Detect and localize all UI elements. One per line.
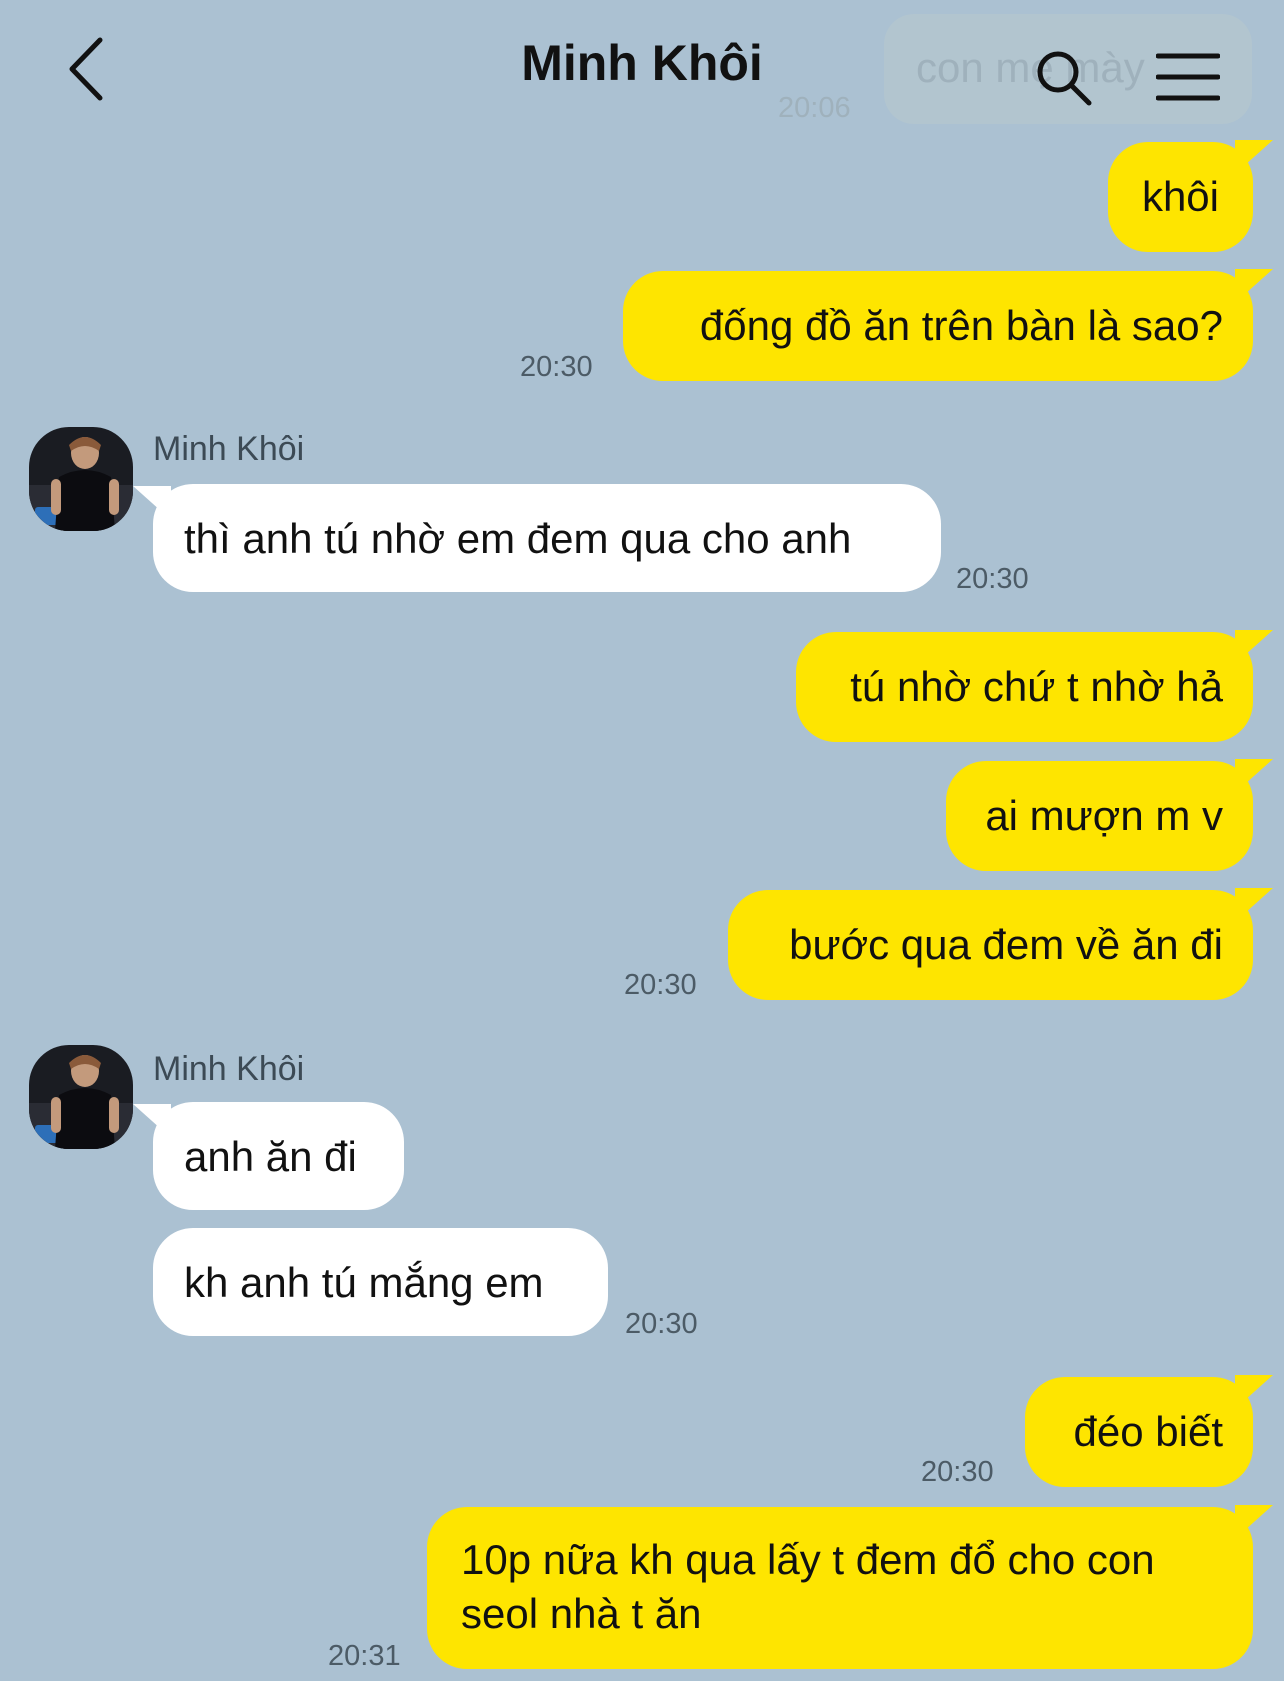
bubble-tail xyxy=(1235,888,1273,922)
message-text: bước qua đem về ăn đi xyxy=(789,921,1223,968)
menu-button[interactable] xyxy=(1155,52,1221,102)
bubble-tail xyxy=(1235,630,1273,664)
bubble-tail xyxy=(1235,140,1273,174)
message-text: ai mượn m v xyxy=(985,792,1223,839)
outgoing-message[interactable]: 10p nữa kh qua lấy t đem đổ cho con seol… xyxy=(427,1505,1273,1669)
message-text-line: seol nhà t ăn xyxy=(461,1590,702,1637)
message-text: khôi xyxy=(1141,173,1219,220)
bubble-tail xyxy=(133,486,171,520)
message-text: anh ăn đi xyxy=(184,1133,357,1180)
previous-message-text: con mẹ mày xyxy=(916,44,1145,91)
avatar[interactable] xyxy=(29,427,133,531)
message-time: 20:30 xyxy=(625,1308,698,1340)
message-time: 20:31 xyxy=(328,1640,401,1672)
message-text: đéo biết xyxy=(1073,1408,1223,1455)
outgoing-message[interactable]: đống đồ ăn trên bàn là sao? xyxy=(623,269,1273,381)
hamburger-menu-icon xyxy=(1155,53,1221,101)
message-text: thì anh tú nhờ em đem qua cho anh xyxy=(184,515,852,562)
message-text-line: 10p nữa kh qua lấy t đem đổ cho con xyxy=(461,1536,1155,1583)
outgoing-message[interactable]: đéo biết xyxy=(1025,1375,1273,1487)
outgoing-message[interactable]: bước qua đem về ăn đi xyxy=(728,888,1273,1000)
incoming-message[interactable]: kh anh tú mắng em xyxy=(153,1228,608,1336)
incoming-message[interactable]: thì anh tú nhờ em đem qua cho anh xyxy=(133,484,941,592)
avatar-photo xyxy=(29,427,133,531)
message-time: 20:30 xyxy=(921,1456,994,1488)
message-text: tú nhờ chứ t nhờ hả xyxy=(850,663,1223,710)
incoming-message[interactable]: anh ăn đi xyxy=(133,1102,404,1210)
avatar-photo xyxy=(29,1045,133,1149)
message-text: kh anh tú mắng em xyxy=(184,1259,544,1306)
back-button[interactable] xyxy=(58,32,118,106)
search-icon xyxy=(1037,51,1092,106)
sender-name: Minh Khôi xyxy=(153,1050,305,1088)
search-button[interactable] xyxy=(1034,48,1094,108)
outgoing-message[interactable]: tú nhờ chứ t nhờ hả xyxy=(796,630,1273,742)
message-time: 20:30 xyxy=(624,969,697,1001)
chevron-left-icon xyxy=(69,37,103,101)
outgoing-message[interactable]: khôi xyxy=(1108,140,1273,252)
bubble-tail xyxy=(133,1104,171,1138)
message-time: 20:30 xyxy=(520,351,593,383)
bubble-tail xyxy=(1235,1505,1273,1539)
bubble-tail xyxy=(1235,1375,1273,1409)
bubble-tail xyxy=(1235,759,1273,793)
avatar[interactable] xyxy=(29,1045,133,1149)
sender-name: Minh Khôi xyxy=(153,430,305,468)
message-time: 20:30 xyxy=(956,563,1029,595)
outgoing-message[interactable]: ai mượn m v xyxy=(946,759,1273,871)
bubble-tail xyxy=(1235,269,1273,303)
message-text: đống đồ ăn trên bàn là sao? xyxy=(699,302,1223,349)
previous-message-time: 20:06 xyxy=(778,92,851,124)
